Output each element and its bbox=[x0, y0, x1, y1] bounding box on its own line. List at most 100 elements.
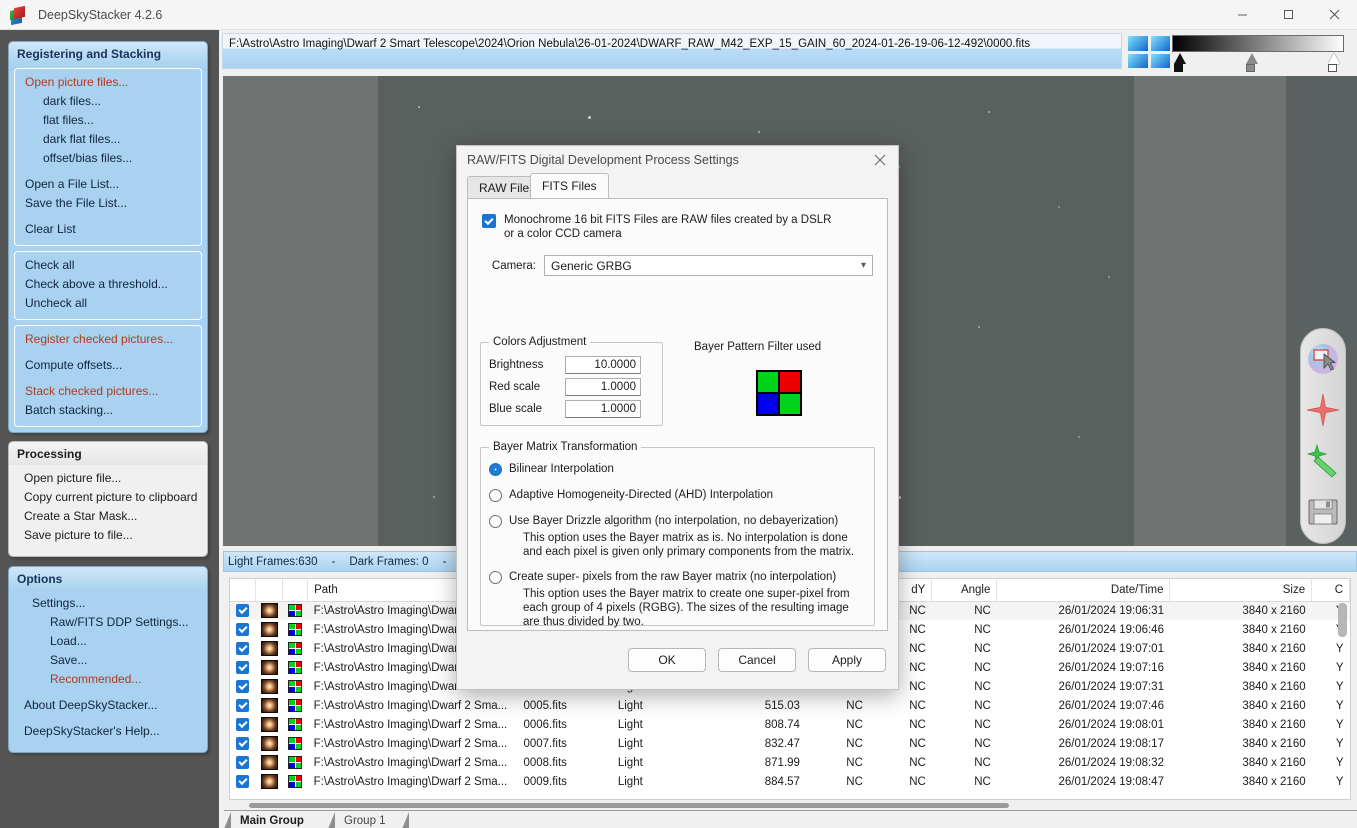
sidebar-item-deepskystacker-help[interactable]: DeepSkyStacker's Help... bbox=[14, 722, 202, 741]
radio-ahd[interactable] bbox=[489, 489, 502, 502]
col-header-c[interactable]: C bbox=[1311, 579, 1350, 602]
radio-bayer-drizzle-row[interactable]: Use Bayer Drizzle algorithm (no interpol… bbox=[489, 514, 866, 528]
row-checkbox[interactable] bbox=[236, 737, 250, 750]
table-row[interactable]: F:\Astro\Astro Imaging\Dwarf 2 Sma... 000… bbox=[230, 753, 1350, 772]
ok-button[interactable]: OK bbox=[628, 648, 706, 672]
row-bayer-cell bbox=[282, 677, 307, 696]
radio-bilinear[interactable] bbox=[489, 463, 502, 476]
blue-scale-input[interactable]: 1.0000 bbox=[565, 400, 641, 418]
row-checkbox-cell[interactable] bbox=[230, 620, 255, 639]
row-checkbox[interactable] bbox=[236, 718, 250, 731]
close-icon[interactable] bbox=[862, 146, 898, 174]
table-row[interactable]: F:\Astro\Astro Imaging\Dwarf 2 Sma... 000… bbox=[230, 715, 1350, 734]
sidebar-item-raw-fits-ddp-settings[interactable]: Raw/FITS DDP Settings... bbox=[14, 613, 202, 632]
save-floppy-icon[interactable] bbox=[1303, 488, 1343, 536]
sidebar-item-uncheck-all[interactable]: Uncheck all bbox=[15, 294, 201, 313]
sidebar-item-save-picture-to-file[interactable]: Save picture to file... bbox=[14, 526, 202, 545]
sidebar-item-clear-list[interactable]: Clear List bbox=[15, 220, 201, 239]
row-checkbox[interactable] bbox=[236, 699, 250, 712]
sidebar-item-settings[interactable]: Settings... bbox=[14, 594, 202, 613]
sidebar-item-register-checked-pictures[interactable]: Register checked pictures... bbox=[15, 330, 201, 349]
table-row[interactable]: F:\Astro\Astro Imaging\Dwarf 2 Sma... 000… bbox=[230, 696, 1350, 715]
sidebar-item-dark-flat-files[interactable]: dark flat files... bbox=[15, 130, 201, 149]
radio-super-pixels-row[interactable]: Create super- pixels from the raw Bayer … bbox=[489, 570, 866, 584]
row-angle: NC bbox=[974, 718, 991, 731]
tab-group-1[interactable]: Group 1 bbox=[334, 812, 396, 828]
levels-gradient-control[interactable] bbox=[1172, 35, 1347, 72]
apply-button[interactable]: Apply bbox=[808, 648, 886, 672]
window-title: DeepSkyStacker 4.2.6 bbox=[38, 7, 163, 22]
sidebar-item-save[interactable]: Save... bbox=[14, 651, 202, 670]
file-list-horizontal-scrollbar[interactable] bbox=[229, 800, 1351, 810]
row-checkbox[interactable] bbox=[236, 680, 250, 693]
sidebar-item-check-above-a-threshold[interactable]: Check above a threshold... bbox=[15, 275, 201, 294]
row-checkbox-cell[interactable] bbox=[230, 753, 255, 772]
table-row[interactable]: F:\Astro\Astro Imaging\Dwarf 2 Sma... 000… bbox=[230, 734, 1350, 753]
tab-main-group[interactable]: Main Group bbox=[230, 812, 314, 828]
row-checkbox[interactable] bbox=[236, 623, 250, 636]
sidebar-item-open-picture-files[interactable]: Open picture files... bbox=[15, 73, 201, 92]
monochrome-fits-checkbox[interactable] bbox=[482, 214, 496, 228]
row-checkbox-cell[interactable] bbox=[230, 601, 256, 620]
brightness-input[interactable]: 10.0000 bbox=[565, 356, 641, 374]
table-row[interactable]: F:\Astro\Astro Imaging\Dwarf 2 Sma... 000… bbox=[230, 772, 1350, 791]
sidebar-item-offset-bias-files[interactable]: offset/bias files... bbox=[15, 149, 201, 168]
row-checkbox-cell[interactable] bbox=[230, 696, 255, 715]
row-checkbox[interactable] bbox=[236, 642, 250, 655]
file-list-vertical-scrollbar[interactable] bbox=[1338, 603, 1347, 798]
row-datetime: 26/01/2024 19:07:31 bbox=[1058, 680, 1164, 693]
sidebar-item-open-a-file-list[interactable]: Open a File List... bbox=[15, 175, 201, 194]
current-file-path-bar[interactable]: F:\Astro\Astro Imaging\Dwarf 2 Smart Tel… bbox=[222, 33, 1122, 69]
sidebar-item-save-the-file-list[interactable]: Save the File List... bbox=[15, 194, 201, 213]
radio-super-pixels[interactable] bbox=[489, 571, 502, 584]
radio-bilinear-row[interactable]: Bilinear Interpolation bbox=[489, 462, 866, 476]
col-header-bayer[interactable] bbox=[282, 579, 309, 602]
radio-bayer-drizzle[interactable] bbox=[489, 515, 502, 528]
camera-select[interactable]: Generic GRBG ▾ bbox=[544, 255, 873, 276]
sidebar-item-open-picture-file[interactable]: Open picture file... bbox=[14, 469, 202, 488]
row-checkbox[interactable] bbox=[236, 775, 250, 788]
sidebar-item-compute-offsets[interactable]: Compute offsets... bbox=[15, 356, 201, 375]
row-checkbox-cell[interactable] bbox=[230, 658, 255, 677]
minimize-icon[interactable] bbox=[1219, 0, 1265, 30]
sidebar-item-load[interactable]: Load... bbox=[14, 632, 202, 651]
col-header-angle[interactable]: Angle bbox=[931, 579, 998, 602]
bayer-cell-top-right bbox=[779, 371, 801, 393]
sidebar-item-dark-files[interactable]: dark files... bbox=[15, 92, 201, 111]
col-header-datetime[interactable]: Date/Time bbox=[996, 579, 1171, 602]
tab-fits-files[interactable]: FITS Files bbox=[530, 173, 609, 198]
row-checkbox-cell[interactable] bbox=[230, 677, 255, 696]
sidebar-item-recommended[interactable]: Recommended... bbox=[14, 670, 202, 689]
row-checkbox-cell[interactable] bbox=[230, 734, 255, 753]
cancel-button[interactable]: Cancel bbox=[718, 648, 796, 672]
sidebar-item-flat-files[interactable]: flat files... bbox=[15, 111, 201, 130]
sidebar-item-check-all[interactable]: Check all bbox=[15, 256, 201, 275]
col-header-check[interactable] bbox=[230, 579, 256, 602]
sidebar-item-about-deepskystacker[interactable]: About DeepSkyStacker... bbox=[14, 696, 202, 715]
monochrome-fits-label-line1: Monochrome 16 bit FITS Files are RAW fil… bbox=[504, 214, 832, 226]
sidebar-item-create-a-star-mask[interactable]: Create a Star Mask... bbox=[14, 507, 202, 526]
sidebar-item-stack-checked-pictures[interactable]: Stack checked pictures... bbox=[15, 382, 201, 401]
red-star-icon[interactable] bbox=[1303, 386, 1343, 434]
row-checkbox-cell[interactable] bbox=[230, 715, 255, 734]
col-header-size[interactable]: Size bbox=[1169, 579, 1313, 602]
row-checkbox-cell[interactable] bbox=[230, 639, 255, 658]
monochrome-fits-checkbox-row[interactable]: Monochrome 16 bit FITS Files are RAW fil… bbox=[468, 199, 887, 241]
row-checkbox[interactable] bbox=[236, 604, 250, 618]
selection-rectangle-icon[interactable] bbox=[1303, 335, 1343, 383]
sidebar-item-batch-stacking[interactable]: Batch stacking... bbox=[15, 401, 201, 420]
sidebar-item-copy-current-picture-to-clipboard[interactable]: Copy current picture to clipboard bbox=[14, 488, 202, 507]
radio-ahd-row[interactable]: Adaptive Homogeneity-Directed (AHD) Inte… bbox=[489, 488, 866, 502]
row-checkbox[interactable] bbox=[236, 661, 250, 674]
dialog-body: Monochrome 16 bit FITS Files are RAW fil… bbox=[467, 198, 888, 631]
red-scale-input[interactable]: 1.0000 bbox=[565, 378, 641, 396]
maximize-icon[interactable] bbox=[1265, 0, 1311, 30]
col-header-thumbnail[interactable] bbox=[255, 579, 283, 602]
row-checkbox-cell[interactable] bbox=[230, 772, 255, 791]
four-square-view-icon[interactable] bbox=[1128, 36, 1170, 68]
row-dx: NC bbox=[846, 756, 863, 769]
close-icon[interactable] bbox=[1311, 0, 1357, 30]
green-star-wand-icon[interactable] bbox=[1303, 437, 1343, 485]
row-angle: NC bbox=[974, 737, 991, 750]
row-checkbox[interactable] bbox=[236, 756, 250, 769]
